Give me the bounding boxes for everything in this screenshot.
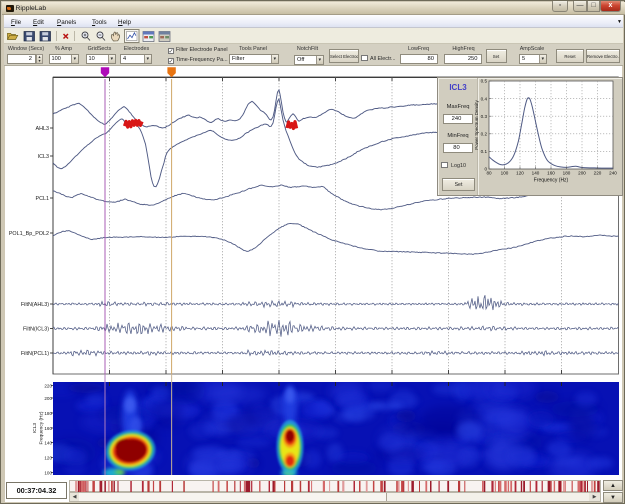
svg-text:220: 220 bbox=[594, 171, 602, 176]
svg-text:180: 180 bbox=[44, 411, 52, 416]
svg-text:0.1: 0.1 bbox=[481, 149, 488, 154]
svg-text:180: 180 bbox=[563, 171, 571, 176]
svg-text:140: 140 bbox=[44, 440, 52, 445]
svg-text:220: 220 bbox=[44, 383, 52, 388]
svg-text:POL1_Bp_POL2: POL1_Bp_POL2 bbox=[9, 231, 49, 237]
svg-text:Frequency (Hz): Frequency (Hz) bbox=[39, 411, 45, 444]
svg-text:FiltN(ICL3): FiltN(ICL3) bbox=[23, 326, 49, 332]
svg-text:100: 100 bbox=[501, 171, 509, 176]
svg-text:Power Spectrum Density: Power Spectrum Density bbox=[474, 99, 479, 149]
svg-text:0.3: 0.3 bbox=[481, 114, 488, 119]
svg-text:140: 140 bbox=[532, 171, 540, 176]
svg-text:120: 120 bbox=[44, 455, 52, 460]
svg-text:240: 240 bbox=[609, 171, 617, 176]
svg-text:0.5: 0.5 bbox=[481, 79, 488, 84]
svg-text:160: 160 bbox=[547, 171, 555, 176]
svg-text:200: 200 bbox=[44, 396, 52, 401]
svg-text:ICL3: ICL3 bbox=[32, 423, 38, 433]
svg-text:100: 100 bbox=[44, 470, 52, 475]
svg-text:0.4: 0.4 bbox=[481, 96, 488, 101]
svg-text:80: 80 bbox=[486, 171, 492, 176]
svg-text:160: 160 bbox=[44, 426, 52, 431]
svg-text:Frequency (Hz): Frequency (Hz) bbox=[534, 178, 569, 184]
svg-text:200: 200 bbox=[578, 171, 586, 176]
svg-text:0: 0 bbox=[484, 167, 487, 172]
svg-text:0.2: 0.2 bbox=[481, 132, 488, 137]
svg-text:FiltN(PCL1): FiltN(PCL1) bbox=[21, 351, 49, 357]
svg-text:120: 120 bbox=[516, 171, 524, 176]
svg-text:FiltN(AHL3): FiltN(AHL3) bbox=[21, 302, 49, 308]
